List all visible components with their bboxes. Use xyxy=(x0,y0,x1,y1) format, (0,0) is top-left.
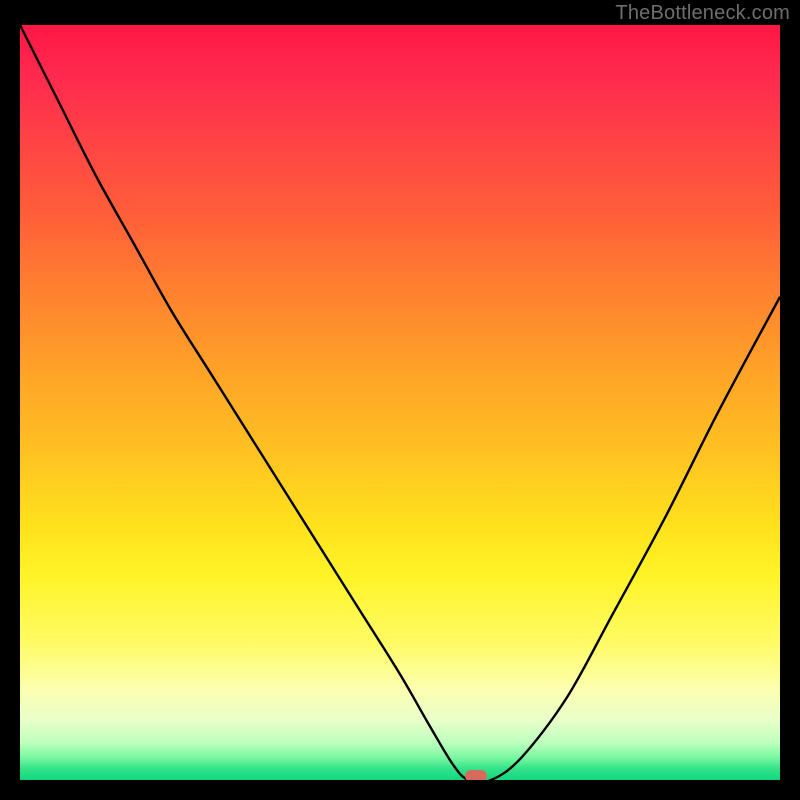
chart-frame: TheBottleneck.com xyxy=(0,0,800,800)
bottleneck-curve xyxy=(20,25,780,780)
plot-area xyxy=(20,25,780,780)
optimal-point-marker xyxy=(465,770,487,780)
watermark-text: TheBottleneck.com xyxy=(615,2,790,25)
